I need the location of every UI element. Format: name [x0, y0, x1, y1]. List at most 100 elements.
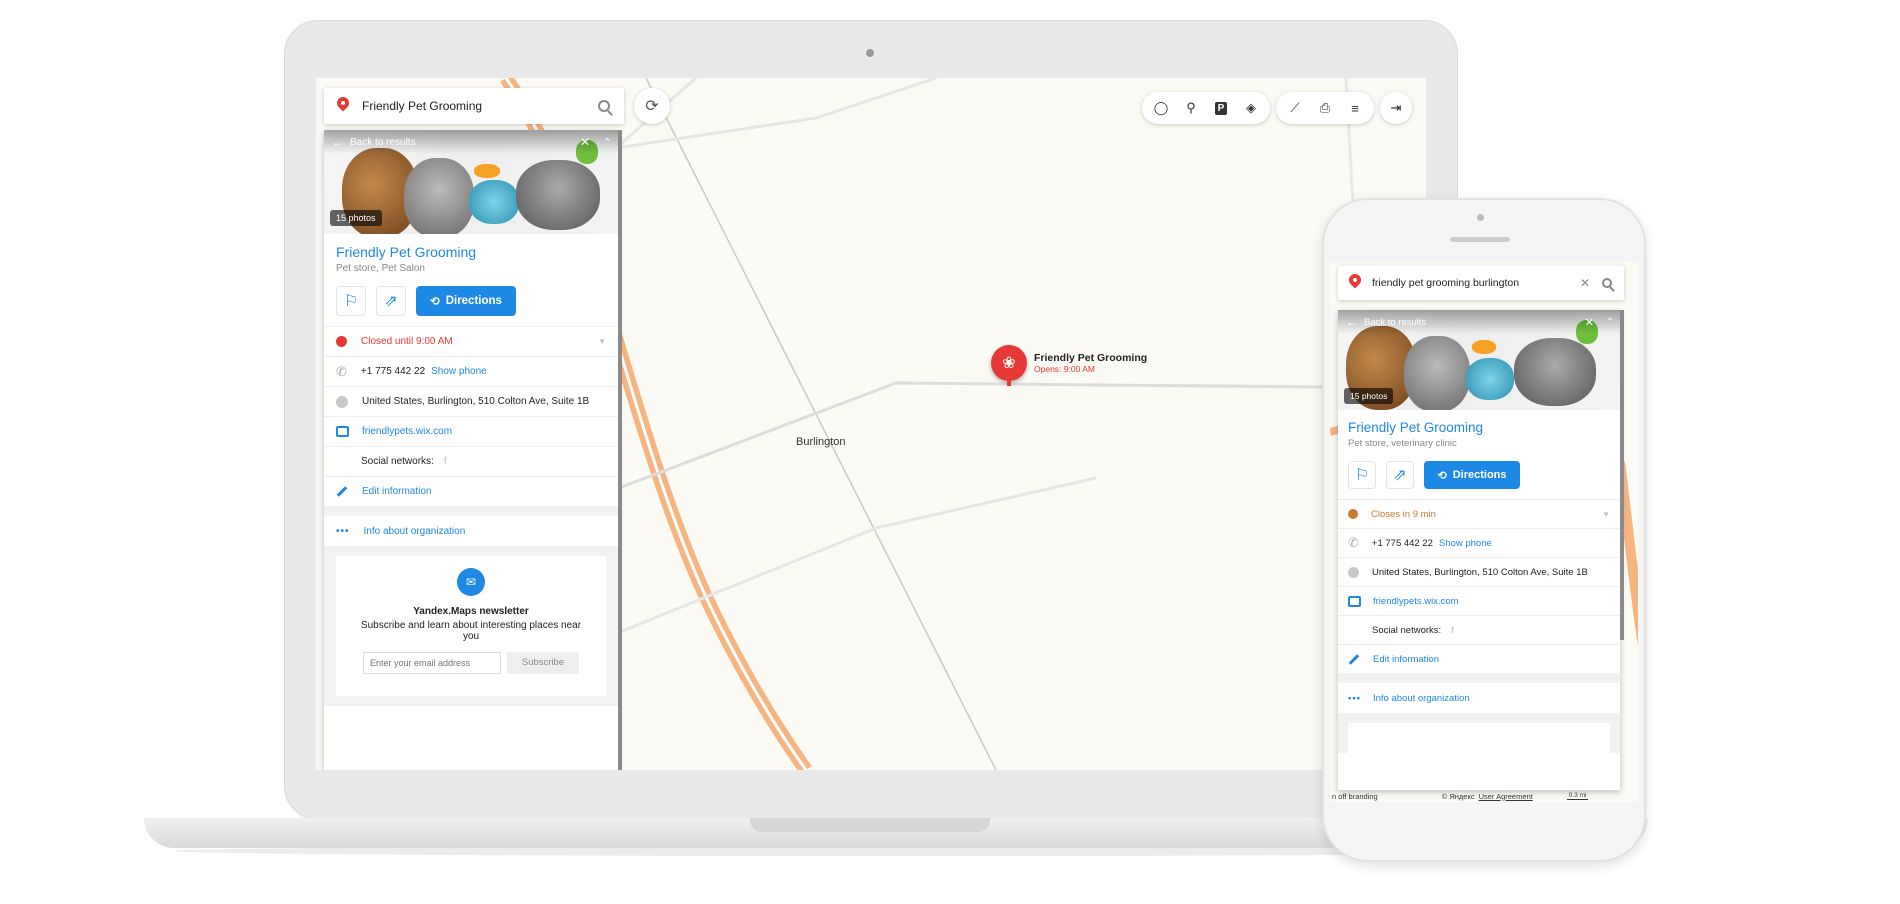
close-icon[interactable]: ✕ [580, 135, 590, 149]
mobile-photos-count-badge[interactable]: 15 photos [1344, 388, 1394, 404]
edit-information-link[interactable]: Edit information [362, 486, 431, 497]
yandex-pin-icon [1348, 274, 1362, 292]
collapse-icon[interactable]: ⌃ [1606, 317, 1614, 328]
more-icon: ••• [336, 525, 350, 537]
edit-row[interactable]: Edit information [324, 476, 618, 506]
panel-scrollbar[interactable] [618, 130, 622, 770]
search-icon[interactable] [598, 100, 610, 112]
mobile-panel-scrollbar[interactable] [1620, 310, 1624, 640]
ruler-icon[interactable]: ⟋ [1280, 93, 1310, 123]
pin-tail [1007, 380, 1011, 386]
parking-icon[interactable]: P [1206, 93, 1236, 123]
mobile-website-link[interactable]: friendlypets.wix.com [1373, 596, 1459, 607]
mobile-search-input[interactable]: friendly pet grooming burlington [1372, 277, 1580, 289]
mobile-place-title[interactable]: Friendly Pet Grooming [1348, 420, 1610, 435]
newsletter-title: Yandex.Maps newsletter [413, 606, 529, 617]
bike-icon[interactable]: ⚲ [1176, 93, 1206, 123]
place-title[interactable]: Friendly Pet Grooming [336, 244, 606, 260]
photos-count-badge[interactable]: 15 photos [330, 210, 382, 226]
mobile-back-to-results-link[interactable]: Back to results [1364, 317, 1426, 328]
login-icon: ⇥ [1390, 100, 1402, 115]
cat-photo-part [1404, 336, 1470, 410]
search-icon[interactable] [1602, 278, 1612, 288]
card-header: Friendly Pet Grooming Pet store, Pet Sal… [324, 234, 618, 316]
user-agreement-link[interactable]: User Agreement [1479, 792, 1533, 801]
info-row[interactable]: ••• Info about organization [324, 516, 618, 546]
bookmark-icon: ⚐ [343, 293, 359, 310]
mobile-hours-row[interactable]: Closes in 9 min ▼ [1338, 499, 1620, 528]
email-input[interactable] [363, 652, 501, 674]
address-row[interactable]: United States, Burlington, 510 Colton Av… [324, 386, 618, 416]
mobile-address-row[interactable]: United States, Burlington, 510 Colton Av… [1338, 557, 1620, 586]
route-icon: ⟳ [645, 98, 659, 115]
share-button[interactable]: ⇗ [1386, 461, 1414, 489]
layers-icon[interactable]: ◈ [1236, 93, 1266, 123]
place-photo[interactable]: ← Back to results ✕ ⌃ 15 photos [324, 130, 618, 234]
website-link[interactable]: friendlypets.wix.com [362, 426, 452, 437]
mobile-search-box[interactable]: friendly pet grooming burlington ✕ [1338, 266, 1624, 300]
mobile-phone-row: ✆ +1 775 442 22 Show phone [1338, 528, 1620, 557]
subscribe-button[interactable]: Subscribe [507, 652, 579, 674]
login-button[interactable]: ⇥ [1380, 92, 1412, 124]
newsletter-card: ✉ Yandex.Maps newsletter Subscribe and l… [336, 556, 606, 696]
info-about-organization-link[interactable]: Info about organization [364, 526, 466, 537]
place-card: ← Back to results ✕ ⌃ 15 photos Friendly… [324, 130, 618, 770]
pin-title[interactable]: Friendly Pet Grooming [1034, 352, 1147, 364]
mobile-edit-information-link[interactable]: Edit information [1373, 654, 1439, 665]
section-divider [324, 506, 618, 516]
mobile-info-row[interactable]: ••• Info about organization [1338, 683, 1620, 713]
more-icon: ••• [1348, 692, 1361, 704]
place-pin[interactable]: ❀ [991, 345, 1027, 381]
route-button[interactable]: ⟳ [634, 88, 670, 124]
mobile-show-phone-link[interactable]: Show phone [1439, 538, 1492, 549]
phone-speaker [1450, 237, 1510, 242]
mobile-info-about-organization-link[interactable]: Info about organization [1373, 693, 1470, 704]
mobile-photo-top-bar: ← Back to results ✕ ⌃ [1338, 310, 1620, 334]
hours-row[interactable]: Closed until 9:00 AM ▼ [324, 326, 618, 356]
close-icon[interactable]: ✕ [1585, 316, 1594, 329]
mobile-card-actions: ⚐ ⇗ ⟲ Directions [1348, 461, 1610, 489]
print-icon[interactable]: ⎙ [1310, 93, 1340, 123]
facebook-icon[interactable]: f [1451, 625, 1454, 636]
expand-hours-icon[interactable]: ▼ [1602, 510, 1610, 519]
share-icon: ⇗ [1393, 467, 1407, 484]
directions-icon: ⟲ [1437, 469, 1447, 482]
facebook-icon[interactable]: f [444, 456, 447, 467]
mobile-directions-button[interactable]: ⟲ Directions [1424, 461, 1520, 489]
mobile-social-row: Social networks: f [1338, 615, 1620, 644]
place-category: Pet store, Pet Salon [336, 263, 425, 274]
desktop-map-screen[interactable]: Friendly Pet Grooming ⟳ ◯ ⚲ P ◈ ⟋ ⎙ ≡ ⇥ … [316, 78, 1426, 770]
desktop-search-box[interactable]: Friendly Pet Grooming [324, 88, 624, 124]
mobile-edit-row[interactable]: Edit information [1338, 644, 1620, 673]
mail-icon: ✉ [457, 568, 485, 596]
laptop-camera [866, 49, 874, 57]
mobile-newsletter-card [1348, 723, 1610, 753]
share-button[interactable]: ⇗ [376, 286, 406, 316]
clear-icon[interactable]: ✕ [1580, 276, 1590, 290]
mobile-website-row[interactable]: friendlypets.wix.com [1338, 586, 1620, 615]
directions-button[interactable]: ⟲ Directions [416, 286, 516, 316]
mobile-directions-label: Directions [1452, 469, 1507, 481]
menu-icon[interactable]: ≡ [1340, 93, 1370, 123]
pin-subtitle: Opens: 9:00 AM [1034, 364, 1095, 374]
back-arrow-icon[interactable]: ← [1346, 315, 1358, 329]
mobile-map-screen[interactable]: friendly pet grooming burlington ✕ ← Bac… [1330, 262, 1638, 802]
bookmark-button[interactable]: ⚐ [336, 286, 366, 316]
expand-hours-icon[interactable]: ▼ [598, 337, 606, 346]
website-row[interactable]: friendlypets.wix.com [324, 416, 618, 446]
clock-icon [336, 336, 347, 347]
mobile-social-label: Social networks: [1372, 624, 1442, 636]
bookmark-button[interactable]: ⚐ [1348, 461, 1376, 489]
fishbowl-photo-part [469, 180, 519, 224]
search-input[interactable]: Friendly Pet Grooming [362, 99, 598, 113]
back-arrow-icon[interactable]: ← [332, 135, 344, 149]
mobile-place-photo[interactable]: ← Back to results ✕ ⌃ 15 photos [1338, 310, 1620, 410]
traffic-icon[interactable]: ◯ [1146, 93, 1176, 123]
branding-text[interactable]: n off branding [1332, 792, 1378, 801]
rabbit-photo-part [1514, 338, 1596, 406]
mobile-address-text: United States, Burlington, 510 Colton Av… [1372, 566, 1588, 578]
collapse-icon[interactable]: ⌃ [603, 136, 612, 149]
rabbit-photo-part [516, 160, 600, 230]
back-to-results-link[interactable]: Back to results [350, 137, 416, 148]
show-phone-link[interactable]: Show phone [431, 366, 487, 377]
